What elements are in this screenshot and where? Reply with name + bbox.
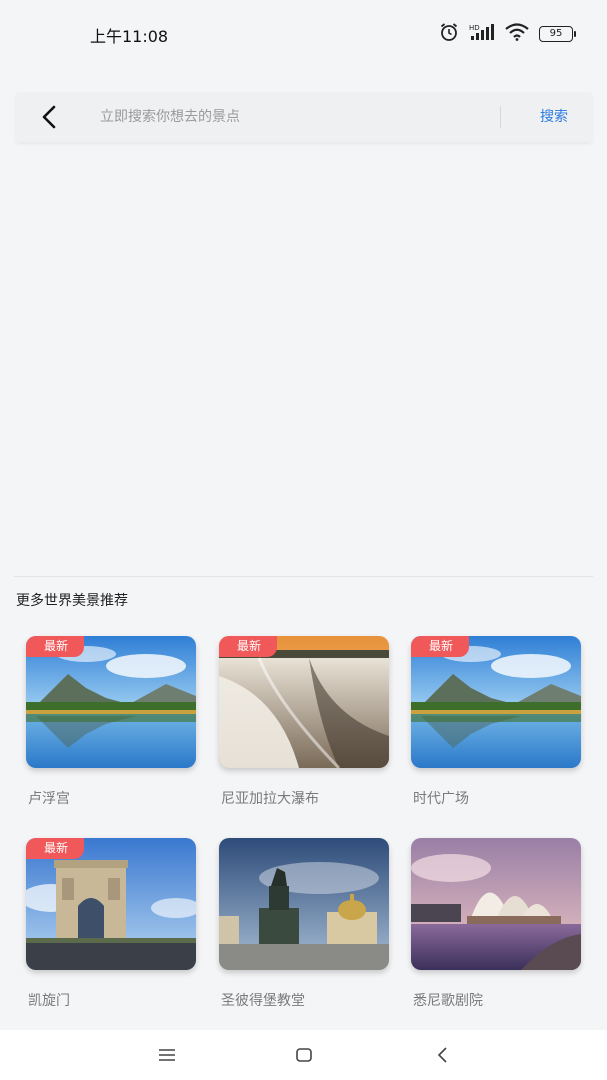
chevron-left-icon[interactable] <box>36 103 64 131</box>
search-bar: 搜索 <box>16 92 592 142</box>
section-divider <box>14 576 593 577</box>
alarm-icon <box>439 22 459 46</box>
badge-new: 最新 <box>411 636 470 657</box>
status-bar: 上午11:08 HD 95 <box>0 0 607 64</box>
scenic-image-mountain-lake: 最新 <box>411 636 581 768</box>
scenic-image-opera-house <box>411 838 581 970</box>
back-chevron-icon[interactable] <box>431 1044 455 1066</box>
scenic-label: 悉尼歌剧院 <box>413 993 483 1009</box>
scenic-card[interactable]: 最新 尼亚加拉大瀑布 <box>219 636 389 808</box>
svg-text:HD: HD <box>469 24 480 32</box>
wifi-icon <box>505 23 529 45</box>
search-button[interactable]: 搜索 <box>524 106 584 128</box>
scenic-card[interactable]: 最新 凯旋门 <box>26 838 196 1010</box>
status-time: 上午11:08 <box>90 27 169 46</box>
search-divider <box>500 106 501 128</box>
scenic-image-arc-de-triomphe: 最新 <box>26 838 196 970</box>
badge-new: 最新 <box>26 636 85 657</box>
scenic-image-waterfall: 最新 <box>219 636 389 768</box>
scenic-card[interactable]: 圣彼得堡教堂 <box>219 838 389 1010</box>
hd-signal-icon: HD <box>469 23 495 45</box>
scenic-image-mountain-lake: 最新 <box>26 636 196 768</box>
scenic-label: 尼亚加拉大瀑布 <box>221 791 319 807</box>
scenic-card[interactable]: 悉尼歌剧院 <box>411 838 581 1010</box>
battery-icon: 95 <box>539 26 576 42</box>
scenic-label: 时代广场 <box>413 791 469 807</box>
scenic-image-cathedral-statue <box>219 838 389 970</box>
home-square-icon[interactable] <box>292 1044 316 1066</box>
scenic-card[interactable]: 最新 卢浮宫 <box>26 636 196 808</box>
scenic-label: 圣彼得堡教堂 <box>221 993 305 1009</box>
search-input[interactable] <box>100 101 480 133</box>
section-title: 更多世界美景推荐 <box>16 593 128 609</box>
system-nav-bar <box>0 1030 607 1080</box>
scenic-label: 凯旋门 <box>28 993 70 1009</box>
badge-new: 最新 <box>26 838 85 859</box>
menu-icon[interactable] <box>155 1044 179 1066</box>
badge-new: 最新 <box>219 636 278 657</box>
status-icons: HD 95 <box>439 22 576 46</box>
scenic-label: 卢浮宫 <box>28 791 70 807</box>
scenic-card[interactable]: 最新 时代广场 <box>411 636 581 808</box>
